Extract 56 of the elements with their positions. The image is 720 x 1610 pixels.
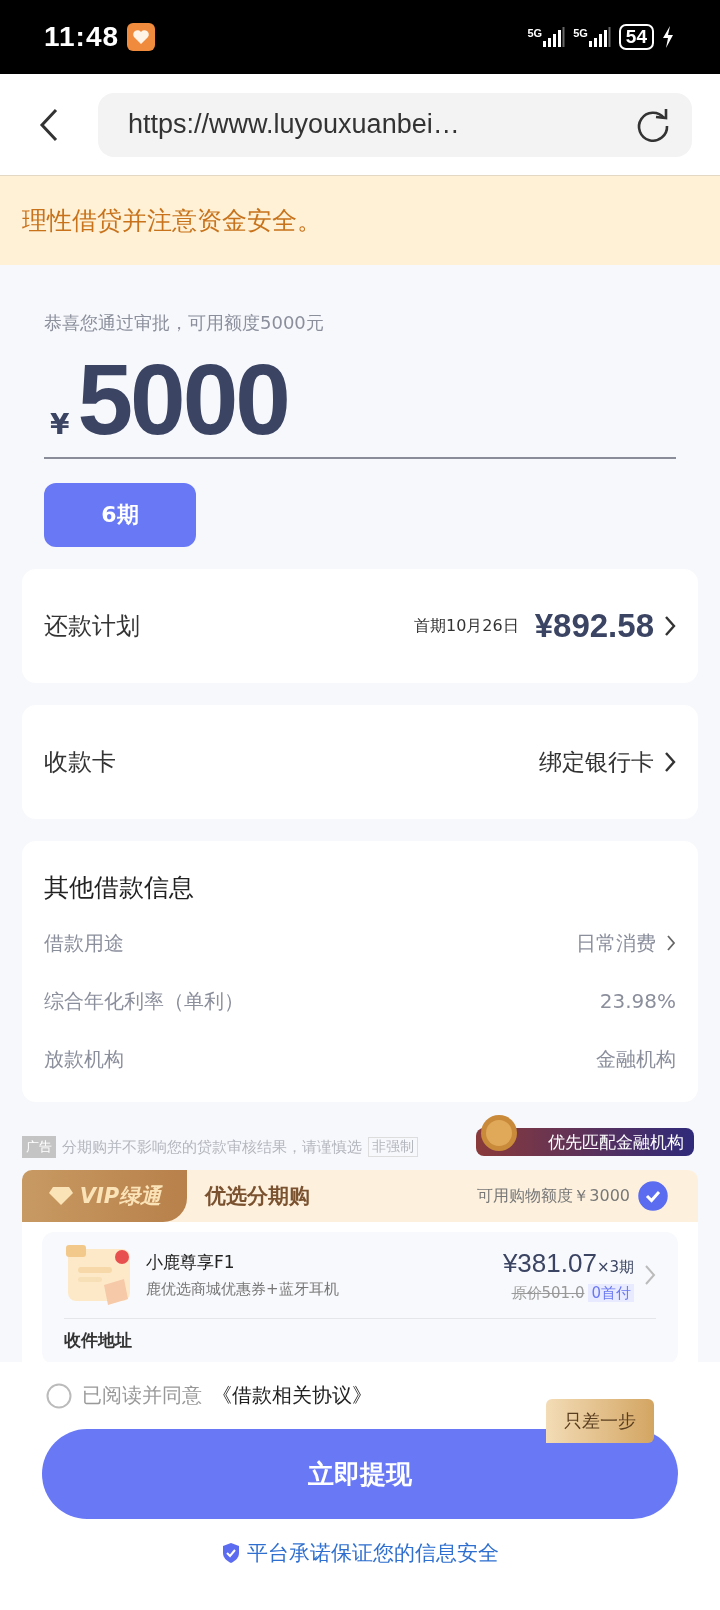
- status-time: 11:48: [44, 21, 120, 53]
- chevron-icon: [644, 1264, 656, 1286]
- bank-card-label: 收款卡: [44, 747, 116, 778]
- product-name: 小鹿尊享F1: [146, 1251, 236, 1274]
- address-field[interactable]: https://www.luyouxuanbei…: [98, 92, 692, 157]
- agreement-checkbox[interactable]: [46, 1382, 72, 1409]
- signal-icon: [543, 27, 566, 47]
- info-label: 放款机构: [44, 1045, 124, 1073]
- original-price: 原价501.0: [511, 1283, 585, 1302]
- amount-field[interactable]: ¥5000: [44, 335, 676, 459]
- tip-badge: 只差一步: [546, 1399, 654, 1443]
- coin-icon: [480, 1114, 518, 1152]
- withdraw-button[interactable]: 立即提现: [42, 1429, 678, 1519]
- charging-icon: [662, 26, 674, 48]
- approval-hint: 恭喜您通过审批，可用额度5000元: [44, 311, 325, 335]
- info-label: 借款用途: [44, 929, 124, 957]
- notice-text: 理性借贷并注意资金安全。: [22, 205, 322, 237]
- back-icon[interactable]: [38, 106, 60, 143]
- product-description: 鹿优选商城优惠券+蓝牙耳机: [146, 1280, 340, 1299]
- bank-card-value: 绑定银行卡: [539, 747, 654, 777]
- optional-tag: 非强制: [368, 1137, 418, 1157]
- security-text: 平台承诺保证您的信息安全: [247, 1540, 499, 1567]
- info-value: 23.98%: [599, 989, 676, 1013]
- product-price: ¥381.07: [502, 1247, 597, 1278]
- signal-icon: [588, 27, 611, 47]
- product-card[interactable]: 小鹿尊享F1 鹿优选商城优惠券+蓝牙耳机 ¥381.07×3期 原价501.0 0首付 收件地址: [42, 1232, 678, 1362]
- info-value: 日常消费: [576, 929, 656, 957]
- agreement-text: 已阅读并同意: [82, 1382, 202, 1409]
- installments: ×3期: [596, 1257, 634, 1276]
- chevron-icon[interactable]: [666, 934, 676, 952]
- shield-icon: [221, 1542, 241, 1564]
- checkbox[interactable]: [638, 1181, 668, 1211]
- term-tab[interactable]: 6期: [44, 483, 196, 547]
- first-date: 首期10月26日: [414, 615, 519, 637]
- repayment-card[interactable]: 还款计划 首期10月26日 ¥892.58: [22, 569, 698, 683]
- chevron-icon: [664, 751, 676, 773]
- address-label: 收件地址: [64, 1329, 133, 1352]
- ad-text: 分期购并不影响您的贷款审核结果，请谨慎选: [62, 1137, 362, 1157]
- down-payment-tag: 0首付: [588, 1283, 634, 1302]
- agreement-link[interactable]: 《借款相关协议》: [212, 1382, 372, 1409]
- network-label: 5G: [527, 27, 543, 39]
- diamond-icon: [47, 1186, 74, 1206]
- repayment-label: 还款计划: [44, 611, 140, 642]
- network-label: 5G: [573, 27, 588, 39]
- bank-card-row[interactable]: 收款卡 绑定银行卡: [22, 705, 698, 819]
- shopping-quota: 可用购物额度￥3000: [477, 1185, 630, 1207]
- info-value: 金融机构: [596, 1045, 676, 1073]
- vip-logo-text: VIP绿通: [79, 1183, 162, 1210]
- battery-level: 54: [618, 24, 654, 50]
- chevron-icon: [664, 615, 676, 637]
- repayment-amount: ¥892.58: [534, 607, 654, 645]
- heart-app-icon: [127, 23, 156, 51]
- info-label: 综合年化利率（单利）: [44, 987, 244, 1015]
- info-title: 其他借款信息: [44, 872, 195, 904]
- ad-tag: 广告: [22, 1136, 56, 1158]
- vip-title: 优选分期购: [205, 1183, 310, 1210]
